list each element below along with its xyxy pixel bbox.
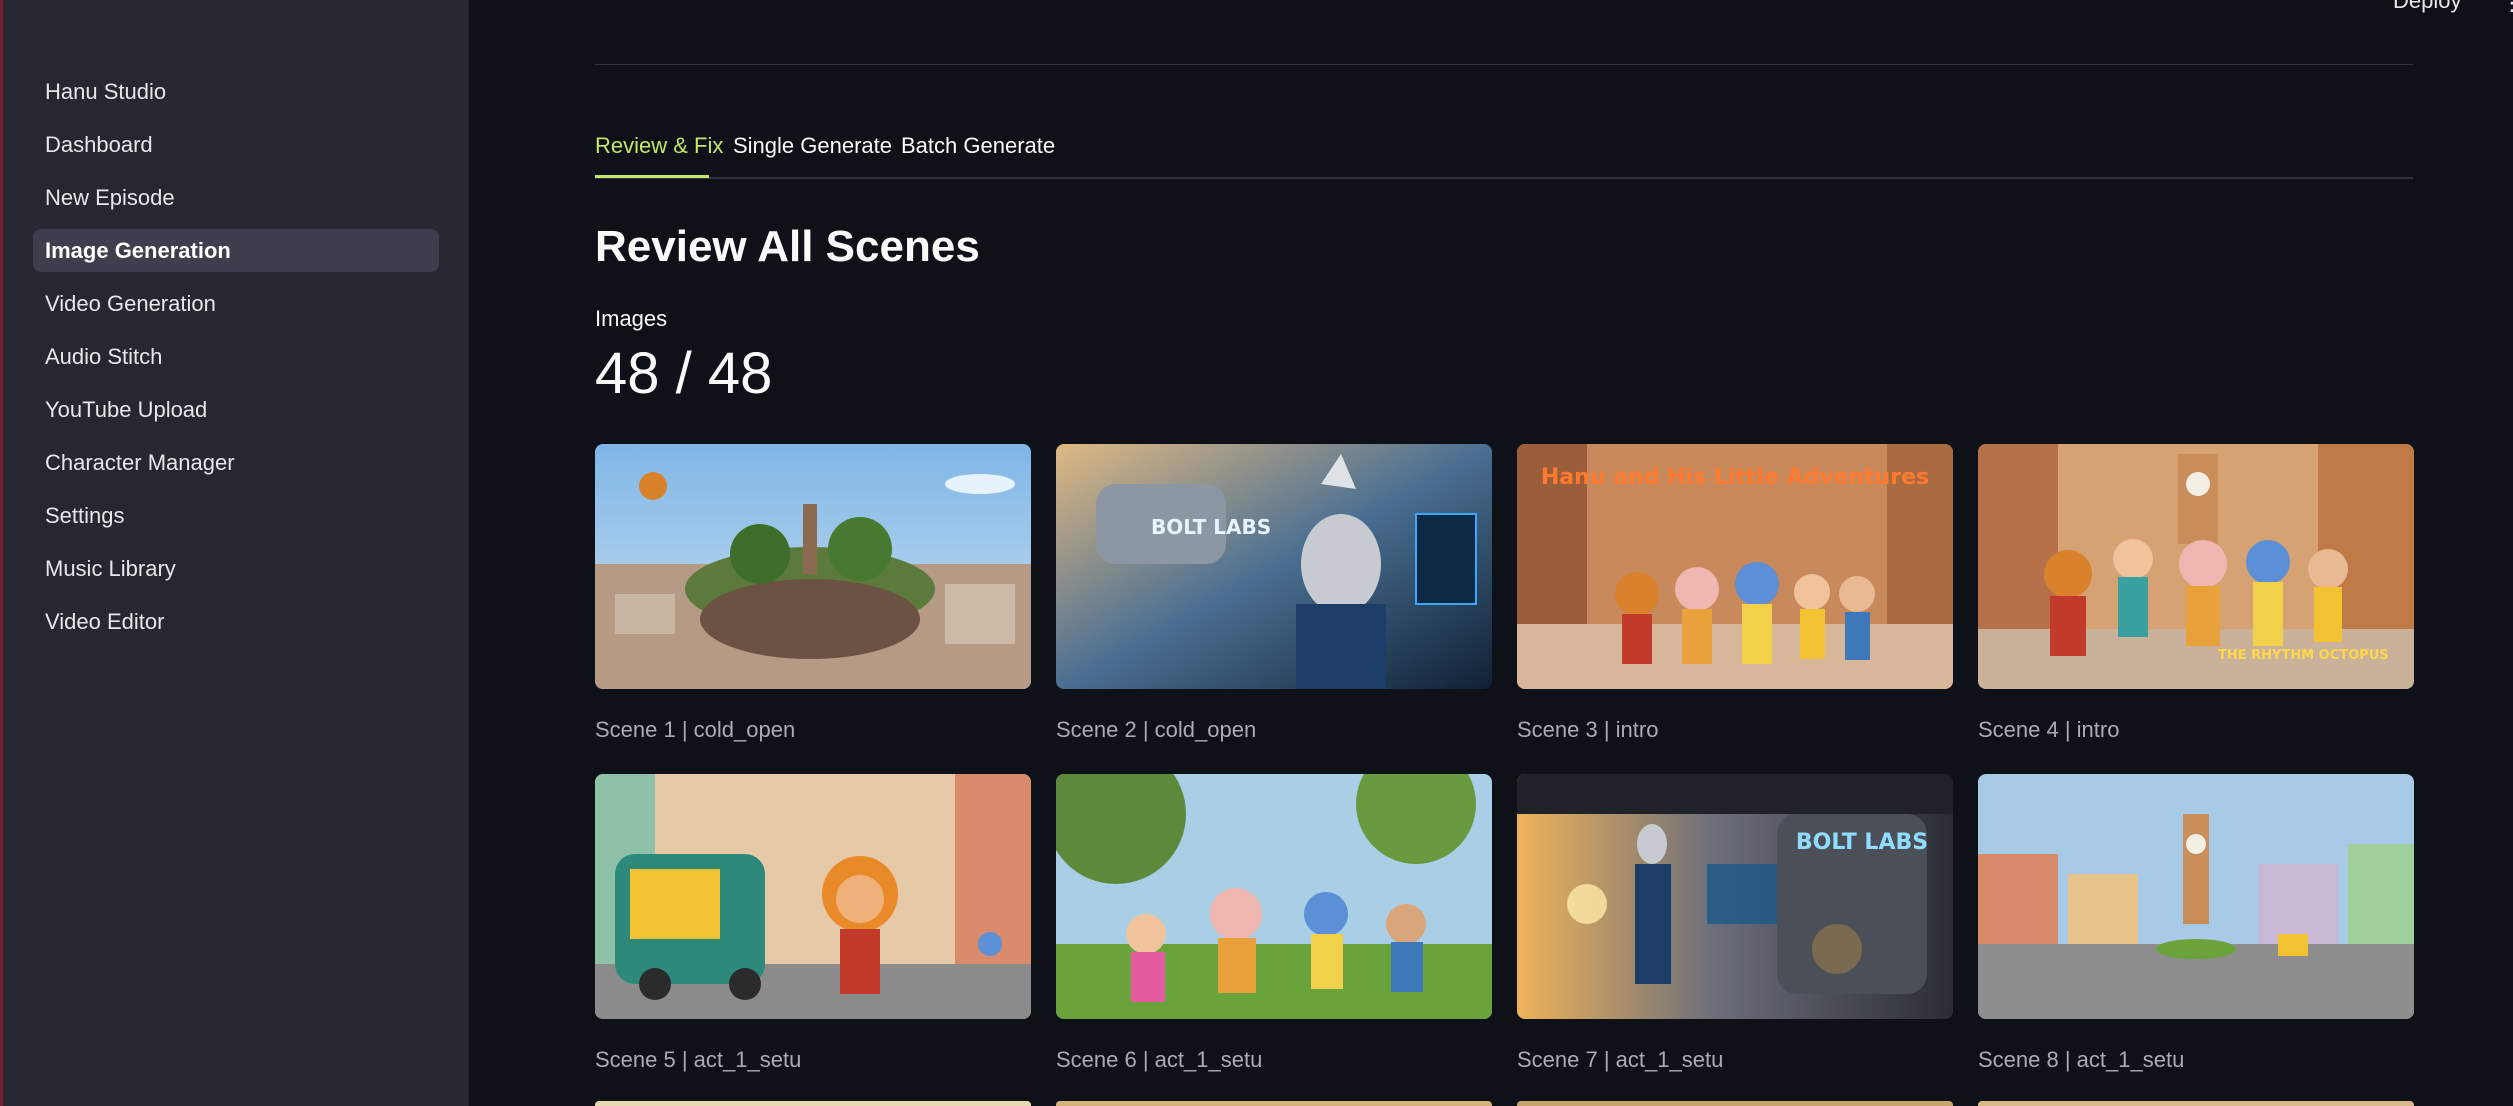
main-content: Deploy ⋮ Review & Fix Single Generate Ba…	[469, 0, 2513, 1106]
scene-image[interactable]	[1978, 774, 2414, 1019]
scene-image-partial[interactable]	[1978, 1101, 2414, 1106]
metric-label: Images	[595, 306, 668, 331]
scene-image-text: BOLT LABS	[1151, 515, 1271, 539]
scene-caption: Scene 1 | cold_open	[595, 717, 796, 742]
scene-image[interactable]	[1056, 774, 1492, 1019]
scene-card: Scene 1 | cold_open	[595, 444, 1031, 743]
tab-divider	[595, 177, 2413, 179]
tab-single-generate[interactable]: Single Generate	[733, 130, 892, 178]
sidebar-item-hanu-studio[interactable]: Hanu Studio	[33, 70, 439, 113]
sidebar: Hanu Studio Dashboard New Episode Image …	[3, 0, 469, 1106]
scene-caption: Scene 6 | act_1_setu	[1056, 1047, 1263, 1072]
scene-image[interactable]: Hanu and His Little Adventures	[1517, 444, 1953, 689]
scene-card: Scene 6 | act_1_setu	[1056, 774, 1492, 1073]
scene-card: BOLT LABS Scene 2 | cold_open	[1056, 444, 1492, 743]
sidebar-item-audio-stitch[interactable]: Audio Stitch	[33, 335, 439, 378]
page-title: Review All Scenes	[595, 222, 980, 271]
scene-image[interactable]	[595, 444, 1031, 689]
scene-card: Hanu and His Little Adventures Scene 3 |…	[1517, 444, 1953, 743]
sidebar-item-new-episode[interactable]: New Episode	[33, 176, 439, 219]
scene-caption: Scene 3 | intro	[1517, 717, 1659, 742]
scene-caption: Scene 2 | cold_open	[1056, 717, 1257, 742]
scene-card: THE RHYTHM OCTOPUS Scene 4 | intro	[1978, 444, 2414, 743]
scene-image-text: BOLT LABS	[1796, 830, 1928, 855]
active-tab-indicator	[595, 175, 709, 178]
scene-card: Scene 5 | act_1_setu	[595, 774, 1031, 1073]
sidebar-item-settings[interactable]: Settings	[33, 494, 439, 537]
scene-image-partial[interactable]	[1517, 1101, 1953, 1106]
sidebar-item-image-generation[interactable]: Image Generation	[33, 229, 439, 272]
tab-review-fix[interactable]: Review & Fix	[595, 130, 723, 178]
sidebar-item-dashboard[interactable]: Dashboard	[33, 123, 439, 166]
header-divider	[595, 64, 2413, 65]
scene-caption: Scene 5 | act_1_setu	[595, 1047, 802, 1072]
sidebar-nav: Hanu Studio Dashboard New Episode Image …	[33, 70, 439, 653]
sidebar-item-youtube-upload[interactable]: YouTube Upload	[33, 388, 439, 431]
scene-image-partial[interactable]	[1056, 1101, 1492, 1106]
sidebar-item-character-manager[interactable]: Character Manager	[33, 441, 439, 484]
sidebar-item-music-library[interactable]: Music Library	[33, 547, 439, 590]
scene-card: Scene 8 | act_1_setu	[1978, 774, 2414, 1073]
tab-bar: Review & Fix Single Generate Batch Gener…	[595, 130, 2413, 180]
scene-image[interactable]: BOLT LABS	[1056, 444, 1492, 689]
scene-card: BOLT LABS Scene 7 | act_1_setu	[1517, 774, 1953, 1073]
tab-batch-generate[interactable]: Batch Generate	[901, 130, 1055, 178]
scene-image[interactable]: THE RHYTHM OCTOPUS	[1978, 444, 2414, 689]
more-vertical-icon[interactable]: ⋮	[2501, 0, 2513, 16]
sidebar-item-video-editor[interactable]: Video Editor	[33, 600, 439, 643]
scene-image[interactable]	[595, 774, 1031, 1019]
scene-image-text: Hanu and His Little Adventures	[1541, 465, 1929, 490]
sidebar-item-video-generation[interactable]: Video Generation	[33, 282, 439, 325]
scene-caption: Scene 8 | act_1_setu	[1978, 1047, 2185, 1072]
metric-value: 48 / 48	[595, 341, 773, 406]
scene-caption: Scene 4 | intro	[1978, 717, 2120, 742]
deploy-button[interactable]: Deploy	[2393, 0, 2461, 14]
scene-image-partial[interactable]	[595, 1101, 1031, 1106]
scene-image-text: THE RHYTHM OCTOPUS	[2218, 648, 2389, 663]
scene-image[interactable]: BOLT LABS	[1517, 774, 1953, 1019]
scene-caption: Scene 7 | act_1_setu	[1517, 1047, 1724, 1072]
